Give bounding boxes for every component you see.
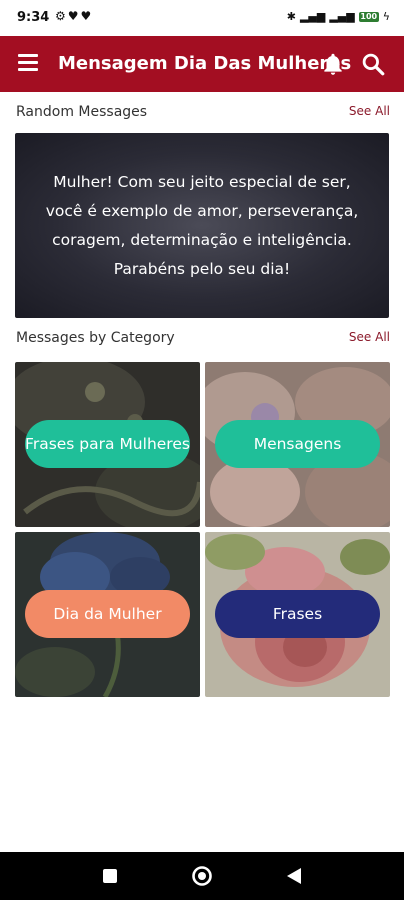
random-messages-title: Random Messages (16, 104, 148, 120)
charging-icon: ϟ (382, 10, 390, 23)
category-tile-mensagens[interactable]: Mensagens (205, 362, 390, 527)
search-icon[interactable] (360, 51, 386, 77)
status-time: 9:34 (17, 10, 50, 25)
random-message-text: Mulher! Com seu jeito especial de ser, v… (28, 168, 377, 284)
category-button-mensagens[interactable]: Mensagens (215, 420, 380, 468)
category-header: Messages by Category See All (16, 330, 390, 352)
battery-icon: 100 (358, 11, 379, 22)
random-message-line: Parabéns pelo seu dia! (113, 259, 291, 278)
category-tile-frases[interactable]: Frases (205, 532, 390, 697)
status-right: ✱ ▂▄▆ ▂▄▆ 100 ϟ (287, 10, 390, 23)
app-title: Mensagem Dia Das Mulheres (58, 53, 352, 74)
category-title: Messages by Category (16, 330, 175, 346)
system-navigation-bar (0, 852, 404, 900)
menu-icon[interactable] (18, 54, 38, 74)
random-message-line: coragem, determinação e inteligência. (52, 230, 352, 249)
app-bar: Mensagem Dia Das Mulheres (0, 36, 404, 92)
category-tile-dia-da-mulher[interactable]: Dia da Mulher (15, 532, 200, 697)
signal-icon: ▂▄▆ (299, 10, 326, 23)
home-button-icon[interactable] (191, 865, 213, 887)
random-messages-see-all-link[interactable]: See All (349, 104, 390, 118)
category-button-dia-da-mulher[interactable]: Dia da Mulher (25, 590, 190, 638)
back-button-icon[interactable] (286, 867, 302, 885)
status-bar: 9:34 ⚙♥♥ ✱ ▂▄▆ ▂▄▆ 100 ϟ (0, 0, 404, 36)
random-message-line: Mulher! Com seu jeito especial de ser, (53, 172, 351, 191)
category-button-frases[interactable]: Frases (215, 590, 380, 638)
notification-icons: ⚙♥♥ (55, 9, 93, 23)
category-tile-frases-para-mulheres[interactable]: Frases para Mulheres (15, 362, 200, 527)
random-message-line: você é exemplo de amor, perseverança, (45, 201, 359, 220)
category-see-all-link[interactable]: See All (349, 330, 390, 344)
signal-icon-2: ▂▄▆ (329, 10, 355, 23)
heart-notification-icon: ♥ (67, 9, 81, 23)
random-message-card[interactable]: Mulher! Com seu jeito especial de ser, v… (15, 133, 389, 318)
notifications-bell-icon[interactable] (320, 51, 346, 77)
recents-button-icon[interactable] (102, 868, 118, 884)
settings-notification-icon: ⚙ (55, 9, 68, 23)
random-messages-header: Random Messages See All (16, 104, 390, 126)
heart-notification-icon-2: ♥ (80, 9, 94, 23)
category-button-frases-para-mulheres[interactable]: Frases para Mulheres (25, 420, 190, 468)
bluetooth-icon: ✱ (286, 10, 296, 23)
